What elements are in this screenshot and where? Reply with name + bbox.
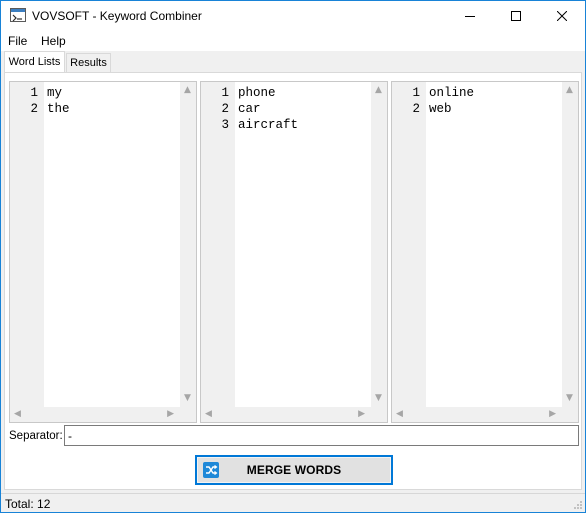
scroll-down-icon[interactable]: ▼ — [566, 393, 573, 403]
line-number: 1 — [412, 86, 420, 100]
merge-words-button[interactable]: MERGE WORDS — [195, 455, 393, 485]
scroll-up-icon[interactable]: ▲ — [566, 85, 573, 95]
horizontal-scrollbar[interactable]: ◀ ▶ — [10, 407, 180, 422]
status-total: Total: 12 — [5, 497, 51, 511]
scroll-down-icon[interactable]: ▼ — [184, 393, 191, 403]
vertical-scrollbar[interactable]: ▲ ▼ — [180, 82, 196, 407]
scrollbar-corner — [562, 407, 578, 422]
tab-word-lists[interactable]: Word Lists — [4, 51, 65, 73]
line-number-gutter: 1 2 3 — [201, 82, 235, 407]
scroll-left-icon[interactable]: ◀ — [14, 409, 21, 419]
resize-grip-icon[interactable] — [573, 500, 583, 510]
list-item: online — [429, 86, 475, 100]
word-list-editor-1[interactable]: 1 2 my the ▲ ▼ ◀ ▶ — [9, 81, 197, 423]
scroll-up-icon[interactable]: ▲ — [184, 85, 191, 95]
vertical-scrollbar[interactable]: ▲ ▼ — [371, 82, 387, 407]
line-number: 1 — [30, 86, 38, 100]
line-number-gutter: 1 2 — [392, 82, 426, 407]
word-list-editor-2[interactable]: 1 2 3 phone car aircraft ▲ ▼ ◀ ▶ — [200, 81, 388, 423]
app-icon — [10, 8, 26, 22]
scrollbar-corner — [180, 407, 196, 422]
tab-results[interactable]: Results — [66, 53, 111, 73]
menu-help[interactable]: Help — [41, 34, 66, 48]
scroll-left-icon[interactable]: ◀ — [396, 409, 403, 419]
vertical-scrollbar[interactable]: ▲ ▼ — [562, 82, 578, 407]
scroll-up-icon[interactable]: ▲ — [375, 85, 382, 95]
scroll-left-icon[interactable]: ◀ — [205, 409, 212, 419]
menu-bar: File Help — [1, 31, 585, 51]
list-item: car — [238, 102, 261, 116]
minimize-button[interactable] — [447, 1, 493, 31]
word-list-editor-3[interactable]: 1 2 online web ▲ ▼ ◀ ▶ — [391, 81, 579, 423]
title-bar[interactable]: VOVSOFT - Keyword Combiner — [1, 1, 585, 31]
menu-file[interactable]: File — [8, 34, 27, 48]
list-item: aircraft — [238, 118, 299, 132]
line-number: 2 — [221, 102, 229, 116]
word-list-text[interactable]: phone car aircraft — [235, 82, 371, 407]
scrollbar-corner — [371, 407, 387, 422]
maximize-icon — [511, 11, 521, 21]
horizontal-scrollbar[interactable]: ◀ ▶ — [392, 407, 562, 422]
line-number: 1 — [221, 86, 229, 100]
list-item: phone — [238, 86, 276, 100]
window-title: VOVSOFT - Keyword Combiner — [32, 9, 202, 23]
close-icon — [557, 11, 567, 21]
shuffle-icon — [203, 462, 219, 478]
tab-strip: Results Word Lists — [1, 51, 585, 73]
app-window: VOVSOFT - Keyword Combiner File Help Res… — [0, 0, 586, 513]
scroll-right-icon[interactable]: ▶ — [549, 409, 556, 419]
list-item: the — [47, 102, 70, 116]
word-lists-panel: 1 2 my the ▲ ▼ ◀ ▶ 1 2 3 phone car aircr… — [4, 72, 582, 490]
word-list-text[interactable]: online web — [426, 82, 562, 407]
scroll-right-icon[interactable]: ▶ — [358, 409, 365, 419]
word-list-text[interactable]: my the — [44, 82, 180, 407]
button-focus-ring — [197, 457, 391, 483]
horizontal-scrollbar[interactable]: ◀ ▶ — [201, 407, 371, 422]
maximize-button[interactable] — [493, 1, 539, 31]
close-button[interactable] — [539, 1, 585, 31]
minimize-icon — [465, 16, 475, 17]
line-number-gutter: 1 2 — [10, 82, 44, 407]
line-number: 2 — [30, 102, 38, 116]
list-item: my — [47, 86, 63, 100]
scroll-down-icon[interactable]: ▼ — [375, 393, 382, 403]
line-number: 3 — [221, 118, 229, 132]
scroll-right-icon[interactable]: ▶ — [167, 409, 174, 419]
line-number: 2 — [412, 102, 420, 116]
status-bar: Total: 12 — [1, 493, 585, 512]
list-item: web — [429, 102, 452, 116]
separator-label: Separator: — [9, 430, 63, 442]
separator-input[interactable] — [64, 425, 579, 446]
